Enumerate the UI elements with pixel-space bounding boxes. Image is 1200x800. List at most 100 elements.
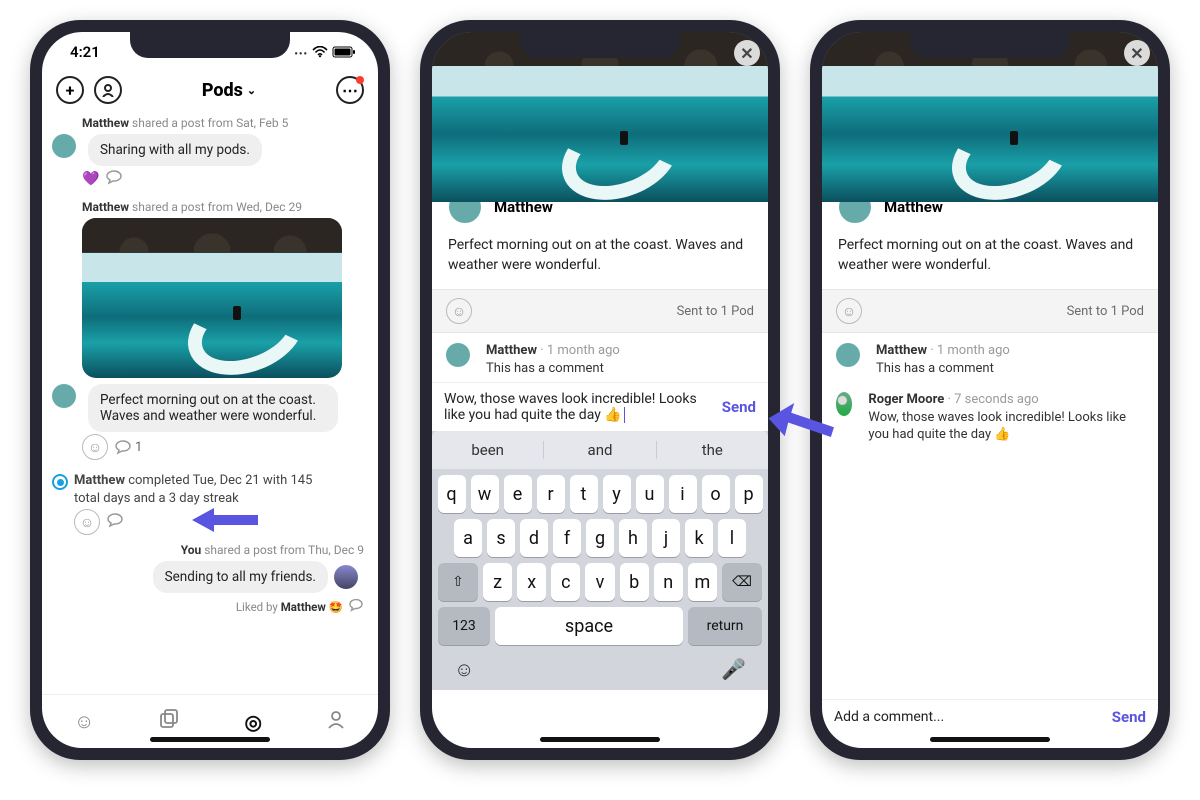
sent-bar: ☺ Sent to 1 Pod <box>432 289 768 333</box>
notch <box>910 32 1070 58</box>
comment-icon[interactable] <box>348 597 364 616</box>
comment-icon[interactable] <box>105 168 123 190</box>
send-button[interactable]: Send <box>1112 708 1146 726</box>
close-button[interactable]: ✕ <box>1124 40 1150 66</box>
shift-key[interactable]: ⇧ <box>438 563 478 601</box>
key-h[interactable]: h <box>619 519 647 557</box>
react-button[interactable]: ☺ <box>82 434 108 460</box>
feed-title-dropdown[interactable]: Pods ⌄ <box>202 80 256 101</box>
key-i[interactable]: i <box>669 475 697 513</box>
tab-emoji[interactable]: ☺ <box>74 709 94 734</box>
key-g[interactable]: g <box>586 519 614 557</box>
avatar[interactable] <box>446 343 470 367</box>
close-button[interactable]: ✕ <box>734 40 760 66</box>
home-indicator[interactable] <box>540 737 660 742</box>
comment-time: · 1 month ago <box>930 343 1010 358</box>
heart-reaction[interactable]: 💜 <box>82 171 99 187</box>
comment-input[interactable]: Wow, those waves look incredible! Looks … <box>444 391 714 423</box>
key-n[interactable]: n <box>654 563 683 601</box>
suggestion[interactable]: the <box>657 441 768 459</box>
key-c[interactable]: c <box>551 563 580 601</box>
key-a[interactable]: a <box>454 519 482 557</box>
avatar[interactable] <box>52 134 76 158</box>
suggestion[interactable]: been <box>432 441 544 459</box>
messages-button[interactable]: ⋯ <box>336 76 364 104</box>
comment-icon[interactable]: 1 <box>114 438 142 456</box>
key-t[interactable]: t <box>570 475 598 513</box>
sent-bar: ☺ Sent to 1 Pod <box>822 289 1158 333</box>
home-indicator[interactable] <box>930 737 1050 742</box>
send-button[interactable]: Send <box>722 398 756 416</box>
comment-input-row: Wow, those waves look incredible! Looks … <box>432 382 768 431</box>
key-k[interactable]: k <box>685 519 713 557</box>
space-key[interactable]: space <box>495 607 683 645</box>
suggestion[interactable]: and <box>544 441 656 459</box>
phone-1: 4:21 + Pods ⌄ ⋯ M <box>30 20 390 760</box>
comment: Matthew · 1 month ago This has a comment <box>432 333 768 382</box>
key-y[interactable]: y <box>603 475 631 513</box>
key-v[interactable]: v <box>585 563 614 601</box>
key-u[interactable]: u <box>636 475 664 513</box>
keyboard-suggestions: been and the <box>432 431 768 469</box>
comment-author: Roger Moore <box>868 392 944 407</box>
profile-button[interactable] <box>94 76 122 104</box>
dictation-button[interactable]: 🎤 <box>721 657 746 682</box>
post-meta: You shared a post from Thu, Dec 9 <box>181 543 364 557</box>
avatar[interactable] <box>836 392 852 416</box>
key-r[interactable]: r <box>537 475 565 513</box>
comment-author: Matthew <box>486 343 537 358</box>
phone-3: 4:24 ✕ Matthew Perfect morning out on at… <box>810 20 1170 760</box>
top-nav: + Pods ⌄ ⋯ <box>42 72 378 112</box>
home-indicator[interactable] <box>150 737 270 742</box>
tab-copy[interactable] <box>158 708 180 735</box>
chevron-down-icon: ⌄ <box>247 84 256 97</box>
avatar[interactable] <box>334 565 358 589</box>
add-button[interactable]: + <box>56 76 84 104</box>
key-p[interactable]: p <box>735 475 763 513</box>
key-x[interactable]: x <box>517 563 546 601</box>
completion-user: Matthew <box>74 473 125 488</box>
key-d[interactable]: d <box>520 519 548 557</box>
comment-body: Wow, those waves look incredible! Looks … <box>868 409 1144 444</box>
key-q[interactable]: q <box>438 475 466 513</box>
post-meta: Matthew shared a post from Wed, Dec 29 <box>82 200 368 214</box>
key-o[interactable]: o <box>702 475 730 513</box>
avatar[interactable] <box>52 384 76 408</box>
key-l[interactable]: l <box>718 519 746 557</box>
numbers-key[interactable]: 123 <box>438 607 490 645</box>
emoji-keyboard-button[interactable]: ☺ <box>454 657 474 682</box>
post-meta: Matthew shared a post from Sat, Feb 5 <box>82 116 368 130</box>
comment: Matthew · 1 month ago This has a comment <box>822 333 1158 382</box>
comment-author: Matthew <box>876 343 927 358</box>
post-image[interactable] <box>82 218 342 378</box>
comment-time: · 7 seconds ago <box>947 392 1038 407</box>
key-f[interactable]: f <box>553 519 581 557</box>
key-b[interactable]: b <box>620 563 649 601</box>
key-w[interactable]: w <box>471 475 499 513</box>
notification-dot <box>356 76 364 84</box>
key-m[interactable]: m <box>688 563 717 601</box>
comment-icon[interactable] <box>106 511 124 533</box>
post-bubble[interactable]: Sharing with all my pods. <box>88 134 262 166</box>
tab-profile[interactable] <box>326 709 346 734</box>
react-button[interactable]: ☺ <box>74 509 100 535</box>
wifi-icon <box>312 46 328 58</box>
notch <box>130 32 290 58</box>
liked-by-text: Liked by Matthew 🤩 <box>236 600 343 614</box>
post-bubble[interactable]: Sending to all my friends. <box>153 561 328 593</box>
key-z[interactable]: z <box>483 563 512 601</box>
comment-input[interactable]: Add a comment... <box>834 709 1104 725</box>
react-button[interactable]: ☺ <box>446 298 472 324</box>
completion-icon <box>52 474 68 490</box>
react-button[interactable]: ☺ <box>836 298 862 324</box>
key-j[interactable]: j <box>652 519 680 557</box>
avatar[interactable] <box>836 343 860 367</box>
battery-icon <box>332 46 356 58</box>
comment-body: This has a comment <box>876 360 1010 378</box>
return-key[interactable]: return <box>688 607 762 645</box>
tab-spiral[interactable]: ◎ <box>245 710 262 734</box>
key-s[interactable]: s <box>487 519 515 557</box>
backspace-key[interactable]: ⌫ <box>722 563 762 601</box>
post-bubble[interactable]: Perfect morning out on at the coast. Wav… <box>88 384 338 432</box>
key-e[interactable]: e <box>504 475 532 513</box>
